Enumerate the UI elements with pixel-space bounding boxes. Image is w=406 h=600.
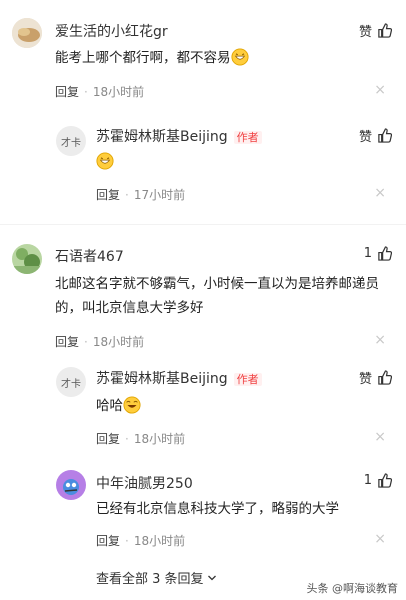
view-all-replies-button[interactable]: 查看全部 3 条回复 — [96, 568, 217, 587]
like-label: 赞 — [358, 372, 372, 387]
like-button[interactable]: 1 — [364, 473, 392, 488]
comment-username[interactable]: 中年油腻男250 — [96, 473, 193, 493]
like-label: 赞 — [358, 130, 372, 145]
avatar-c4[interactable] — [56, 470, 86, 500]
comment-username-row: 苏霍姆林斯基Beijing 作者 — [96, 126, 262, 146]
comment-username[interactable]: 苏霍姆林斯基Beijing — [96, 371, 228, 387]
like-button[interactable]: 赞 — [359, 368, 392, 387]
thumbs-up-icon — [378, 23, 392, 38]
like-count: 1 — [363, 473, 372, 488]
view-all-label: 查看全部 3 条回复 — [96, 572, 204, 587]
reply-button[interactable]: 回复 — [96, 432, 120, 446]
grin-emoji-icon — [230, 48, 249, 66]
comment-username[interactable]: 石语者467 — [55, 246, 124, 266]
timestamp: 17小时前 — [133, 188, 186, 202]
comment-meta: 回复 · 18小时前 — [55, 335, 145, 349]
laugh-emoji-icon — [123, 396, 141, 414]
avatar-author[interactable]: 才卡 — [56, 126, 86, 156]
chevron-down-icon — [207, 575, 216, 580]
close-icon[interactable]: × — [374, 531, 386, 547]
comment-username[interactable]: 苏霍姆林斯基Beijing — [96, 129, 228, 145]
timestamp: 18小时前 — [92, 335, 145, 349]
avatar-c0[interactable] — [12, 18, 42, 48]
like-label: 赞 — [358, 25, 372, 40]
cartoon-avatar-icon — [56, 470, 86, 500]
author-badge: 作者 — [233, 131, 262, 144]
comment-username-row: 苏霍姆林斯基Beijing 作者 — [96, 368, 262, 388]
avatar-c2[interactable] — [12, 244, 42, 274]
timestamp: 18小时前 — [133, 534, 186, 548]
timestamp: 18小时前 — [133, 432, 186, 446]
thumbs-up-icon — [378, 473, 392, 488]
food-photo-icon — [12, 18, 42, 48]
reply-button[interactable]: 回复 — [96, 534, 120, 548]
timestamp: 18小时前 — [92, 85, 145, 99]
grin-emoji-icon — [96, 152, 114, 170]
reply-button[interactable]: 回复 — [55, 85, 79, 99]
close-icon[interactable]: × — [374, 332, 386, 348]
comment-meta: 回复 · 18小时前 — [96, 432, 186, 446]
close-icon[interactable]: × — [374, 429, 386, 445]
reply-button[interactable]: 回复 — [96, 188, 120, 202]
thumbs-up-icon — [378, 128, 392, 143]
thumbs-up-icon — [378, 246, 392, 261]
reply-button[interactable]: 回复 — [55, 335, 79, 349]
like-count: 1 — [363, 246, 372, 261]
watermark: 头条 @啊海谈教育 — [306, 582, 399, 595]
landscape-photo-icon — [12, 244, 42, 274]
comment-meta: 回复 · 18小时前 — [55, 85, 145, 99]
comment-username[interactable]: 爱生活的小红花gr — [55, 21, 168, 41]
comment-meta: 回复 · 17小时前 — [96, 188, 186, 202]
thumbs-up-icon — [378, 370, 392, 385]
comment-text — [96, 150, 114, 174]
close-icon[interactable]: × — [374, 185, 386, 201]
avatar-author[interactable]: 才卡 — [56, 367, 86, 397]
close-icon[interactable]: × — [374, 82, 386, 98]
author-badge: 作者 — [233, 373, 262, 386]
comment-text: 北邮这名字就不够霸气，小时候一直以为是培养邮递员的，叫北京信息大学多好 — [55, 276, 379, 316]
like-button[interactable]: 赞 — [359, 126, 392, 145]
divider — [0, 224, 406, 225]
like-button[interactable]: 赞 — [359, 21, 392, 40]
comment-text: 哈哈 — [96, 394, 141, 418]
comment-text: 能考上哪个都行啊，都不容易 — [55, 46, 249, 70]
comment-meta: 回复 · 18小时前 — [96, 534, 186, 548]
like-button[interactable]: 1 — [364, 246, 392, 261]
comment-text: 已经有北京信息科技大学了，略弱的大学 — [96, 501, 339, 517]
